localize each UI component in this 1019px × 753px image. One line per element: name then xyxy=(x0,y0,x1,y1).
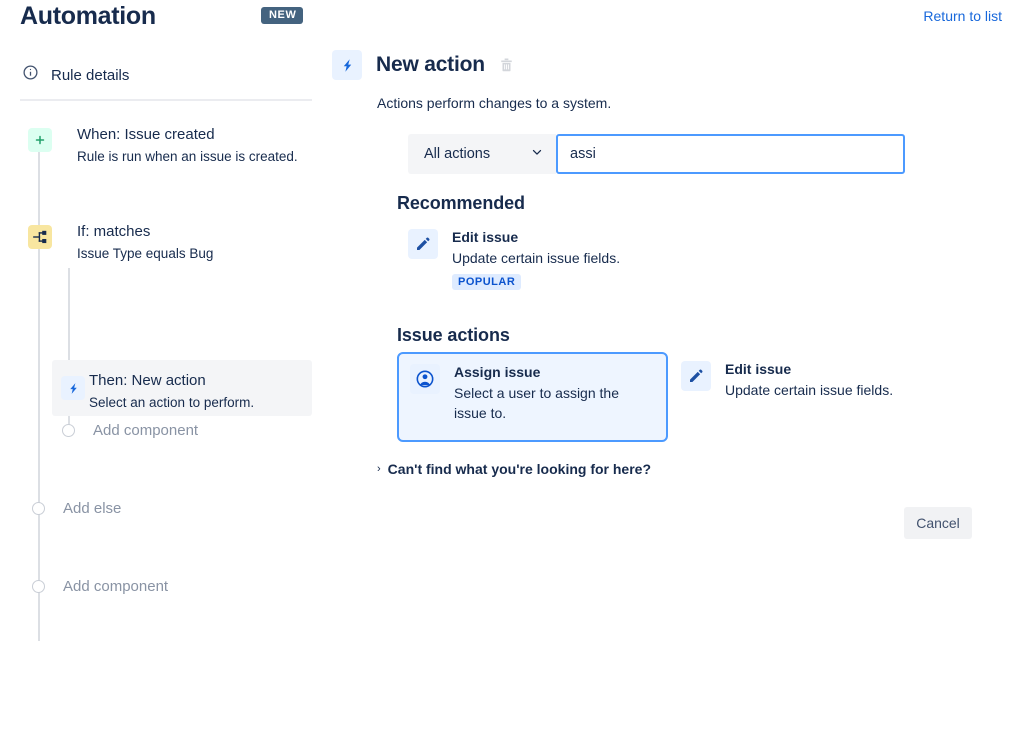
circle-node-icon xyxy=(32,580,45,593)
plus-icon xyxy=(28,128,52,152)
add-component-root-button[interactable]: Add component xyxy=(32,578,168,595)
trash-icon[interactable] xyxy=(498,56,516,74)
option-description: Update certain issue fields. xyxy=(452,248,620,268)
action-search-row: All actions xyxy=(408,134,905,174)
option-description: Select a user to assign the issue to. xyxy=(454,383,634,423)
action-filter-value: All actions xyxy=(424,146,490,162)
sidebar-divider xyxy=(20,99,312,101)
new-badge: NEW xyxy=(261,7,303,24)
action-header: New action xyxy=(332,50,516,80)
issue-action-assign-issue[interactable]: Assign issue Select a user to assign the… xyxy=(410,363,650,423)
lightning-bolt-icon xyxy=(61,376,85,400)
add-component-nested-button[interactable]: Add component xyxy=(62,422,198,439)
timeline-trunk xyxy=(38,148,40,641)
rule-node-title: If: matches xyxy=(77,222,213,242)
ghost-label: Add else xyxy=(63,500,121,517)
cant-find-expander-label: Can't find what you're looking for here? xyxy=(388,461,651,477)
sidebar-item-rule-details[interactable]: Rule details xyxy=(22,64,129,86)
sidebar-item-label: Rule details xyxy=(51,67,129,84)
rule-node-subtitle: Issue Type equals Bug xyxy=(77,244,213,264)
person-circle-icon xyxy=(410,364,440,394)
pencil-icon xyxy=(408,229,438,259)
branch-icon xyxy=(28,225,52,249)
rule-node-subtitle: Select an action to perform. xyxy=(89,393,254,413)
circle-node-icon xyxy=(62,424,75,437)
page-title: Automation xyxy=(20,2,156,31)
add-else-button[interactable]: Add else xyxy=(32,500,121,517)
action-title: New action xyxy=(376,53,485,77)
recommended-option-edit-issue[interactable]: Edit issue Update certain issue fields. … xyxy=(408,228,620,290)
option-name: Edit issue xyxy=(452,228,620,247)
action-search-input[interactable] xyxy=(556,134,905,174)
issue-actions-section-title: Issue actions xyxy=(397,325,510,346)
rule-node-title: Then: New action xyxy=(89,371,254,391)
ghost-label: Add component xyxy=(93,422,198,439)
issue-action-edit-issue[interactable]: Edit issue Update certain issue fields. xyxy=(681,360,893,400)
option-description: Update certain issue fields. xyxy=(725,380,893,400)
rule-tree-sidebar: Rule details When: Issue created Rule is… xyxy=(0,48,330,753)
action-picker-panel: New action Actions perform changes to a … xyxy=(330,0,1019,753)
rule-node-title: When: Issue created xyxy=(77,125,298,145)
recommended-section-title: Recommended xyxy=(397,193,525,214)
chevron-down-icon xyxy=(530,145,544,164)
pencil-icon xyxy=(681,361,711,391)
rule-node-subtitle: Rule is run when an issue is created. xyxy=(77,147,298,167)
action-description: Actions perform changes to a system. xyxy=(377,95,611,111)
ghost-label: Add component xyxy=(63,578,168,595)
cant-find-expander[interactable]: › Can't find what you're looking for her… xyxy=(377,461,651,477)
cancel-button[interactable]: Cancel xyxy=(904,507,972,539)
option-name: Edit issue xyxy=(725,360,893,379)
option-name: Assign issue xyxy=(454,363,634,382)
lightning-bolt-icon xyxy=(332,50,362,80)
circle-node-icon xyxy=(32,502,45,515)
popular-badge: POPULAR xyxy=(452,274,521,290)
chevron-right-icon: › xyxy=(377,463,381,475)
automation-rule-editor: Automation NEW Return to list Rule detai… xyxy=(0,0,1019,753)
action-filter-select[interactable]: All actions xyxy=(408,134,556,174)
rule-node-then[interactable]: Then: New action Select an action to per… xyxy=(52,360,312,416)
info-circle-icon xyxy=(22,64,39,86)
